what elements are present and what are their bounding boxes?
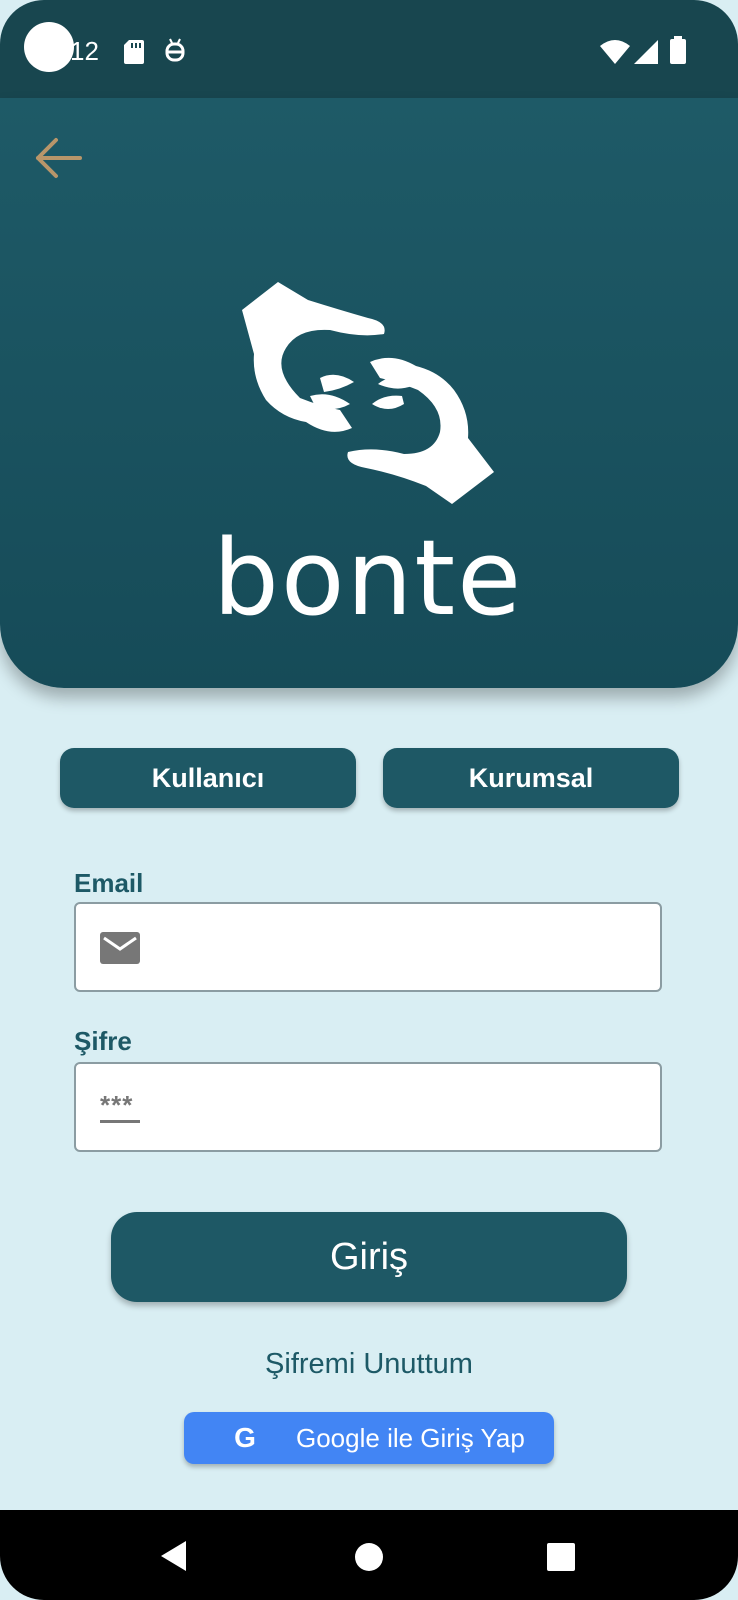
password-field[interactable]: *** <box>74 1062 662 1152</box>
password-icon-stars: *** <box>100 1090 134 1120</box>
tab-kurumsal-label: Kurumsal <box>468 762 594 793</box>
tab-kullanici-label: Kullanıcı <box>151 762 265 793</box>
email-field[interactable] <box>74 902 662 992</box>
status-bar: 12 <box>0 0 738 98</box>
back-triangle-icon[interactable] <box>160 1540 188 1572</box>
status-time: 12 <box>70 36 99 66</box>
login-button[interactable]: Giriş <box>111 1212 627 1302</box>
password-label: Şifre <box>74 1026 132 1056</box>
password-icon: *** <box>100 1092 140 1126</box>
google-signin-label: Google ile Giriş Yap <box>296 1422 525 1453</box>
google-signin-button[interactable]: G Google ile Giriş Yap <box>184 1412 554 1464</box>
signal-icon <box>634 40 658 64</box>
recents-square-icon[interactable] <box>546 1542 576 1572</box>
sd-card-icon <box>124 40 144 64</box>
email-label: Email <box>74 868 144 898</box>
home-circle-icon[interactable] <box>354 1542 384 1572</box>
arrow-left-icon <box>36 138 82 178</box>
navigation-bar <box>0 1510 738 1600</box>
battery-icon <box>670 36 686 64</box>
mail-icon <box>100 932 140 964</box>
google-g-icon: G <box>234 1422 256 1453</box>
wifi-icon <box>600 40 630 64</box>
back-button[interactable] <box>30 130 86 186</box>
logo-text: bonte <box>213 517 523 628</box>
android-debug-icon <box>165 38 185 62</box>
camera-cutout <box>24 22 74 72</box>
hands-logo-icon <box>242 282 494 504</box>
tab-kullanici[interactable]: Kullanıcı <box>60 748 356 808</box>
login-button-label: Giriş <box>329 1235 409 1278</box>
tab-kurumsal[interactable]: Kurumsal <box>383 748 679 808</box>
app-screen: 12 bonte Kullanıcı Kurumsal Email Şifre … <box>0 0 738 1600</box>
bonte-logo: bonte <box>213 282 523 628</box>
forgot-password-link[interactable]: Şifremi Unuttum <box>0 1348 738 1381</box>
